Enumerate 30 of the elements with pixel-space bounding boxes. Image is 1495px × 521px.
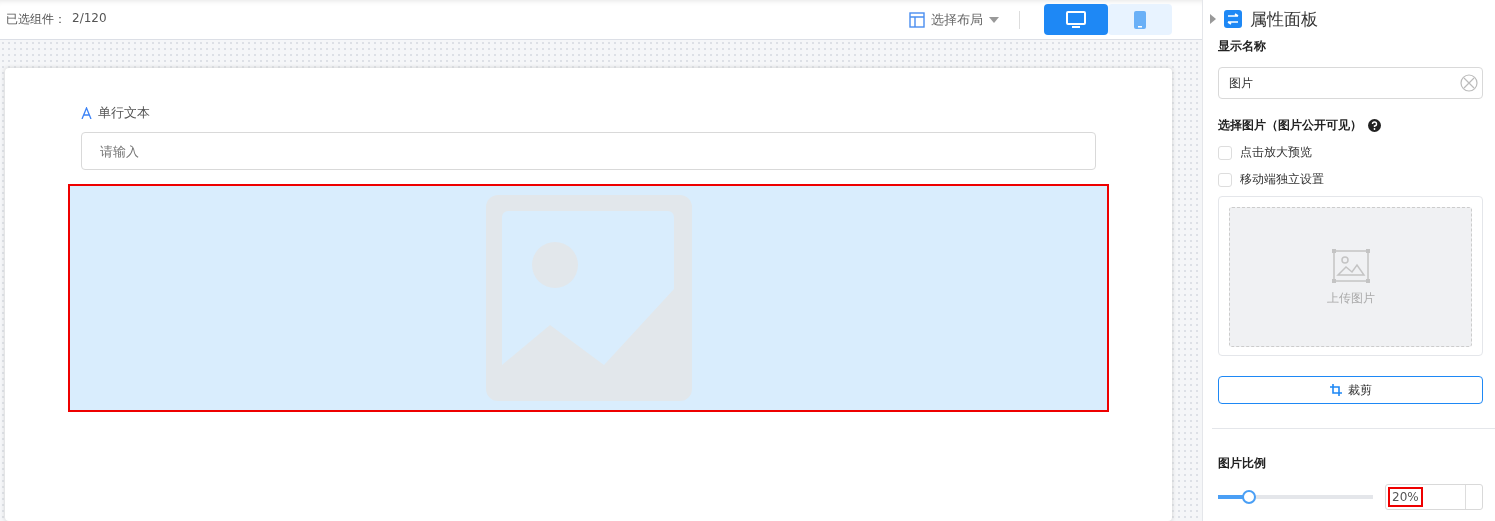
ratio-input[interactable]: 20%	[1385, 484, 1483, 510]
section-label: 选择图片（图片公开可见）	[1218, 117, 1362, 134]
phone-icon	[1133, 9, 1147, 30]
layout-icon	[909, 11, 925, 28]
device-toggle[interactable]	[1044, 4, 1108, 35]
checkbox[interactable]	[1218, 172, 1232, 187]
image-icon	[1330, 247, 1371, 284]
crop-button[interactable]: 裁剪	[1218, 376, 1483, 404]
selected-count: 2/120	[72, 11, 107, 27]
panel-title: 属性面板	[1250, 7, 1318, 31]
clear-icon[interactable]	[1460, 74, 1478, 92]
crop-icon	[1329, 384, 1342, 396]
dropdown-caret-icon	[989, 16, 999, 23]
settings-icon	[1224, 10, 1242, 28]
option-label: 点击放大预览	[1240, 144, 1312, 161]
caret-icon[interactable]	[1210, 14, 1216, 24]
text-icon	[81, 107, 92, 119]
device-toggle[interactable]	[1108, 4, 1172, 35]
checkbox[interactable]	[1218, 145, 1232, 160]
text-input[interactable]: 请输入	[81, 132, 1096, 170]
field-label: 单行文本	[98, 104, 150, 122]
monitor-icon	[1066, 10, 1086, 29]
name-field[interactable]: 图片	[1218, 67, 1483, 99]
section-label: 显示名称	[1218, 38, 1267, 55]
layout-select[interactable]: 选择布局	[909, 10, 999, 29]
selected-count-label: 已选组件：	[6, 11, 66, 28]
image-placeholder[interactable]	[68, 184, 1109, 412]
option-label: 移动端独立设置	[1240, 171, 1324, 188]
help-icon[interactable]	[1368, 119, 1381, 132]
section-label: 图片比例	[1218, 455, 1267, 472]
